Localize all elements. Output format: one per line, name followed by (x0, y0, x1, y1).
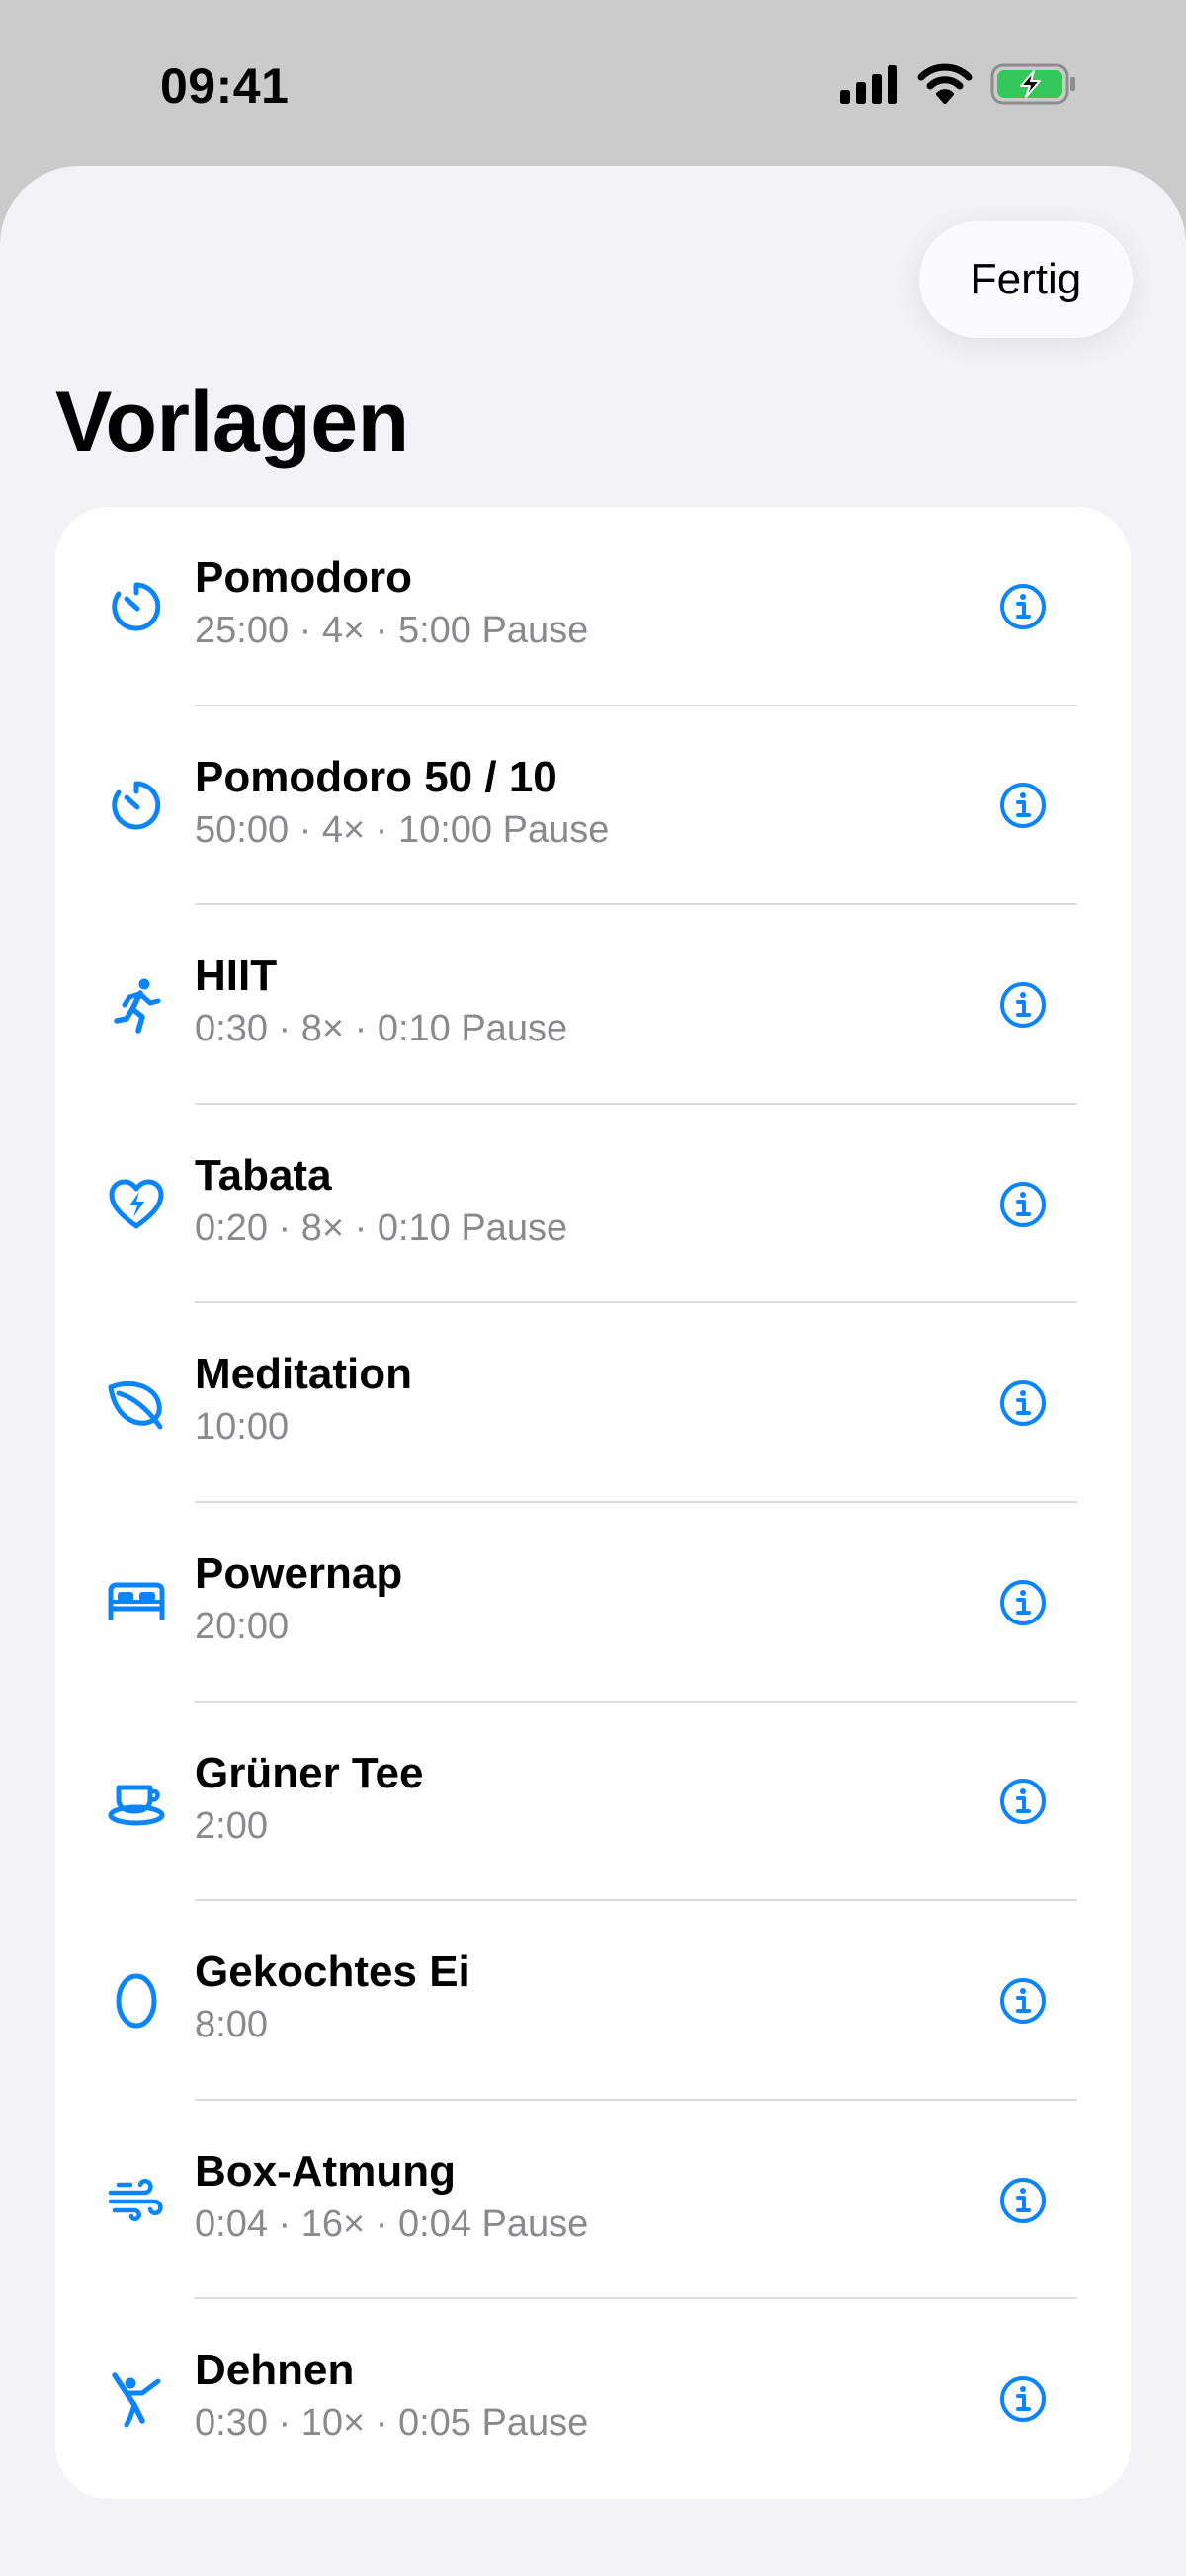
template-row-box-atmung[interactable]: Box-Atmung 0:04 · 16× · 0:04 Pause (55, 2101, 1131, 2300)
info-button[interactable] (998, 980, 1048, 1030)
bed-icon (105, 1571, 168, 1634)
template-subtitle: 0:20 · 8× · 0:10 Pause (195, 1206, 568, 1249)
heart-bolt-icon (105, 1173, 168, 1236)
wind-icon (105, 2169, 168, 2232)
battery-icon (990, 62, 1077, 111)
info-icon (1000, 783, 1046, 829)
templates-sheet: Fertig Vorlagen Pomodoro 25:00 · 4× · 5:… (0, 166, 1186, 2576)
template-title: Pomodoro 50 / 10 (195, 752, 557, 801)
info-button[interactable] (998, 781, 1048, 830)
template-row-pomodoro[interactable]: Pomodoro 25:00 · 4× · 5:00 Pause (55, 507, 1131, 706)
template-title: HIIT (195, 952, 278, 1001)
done-button[interactable]: Fertig (919, 221, 1133, 338)
stretching-figure-icon (105, 2368, 168, 2431)
template-subtitle: 0:30 · 10× · 0:05 Pause (195, 2402, 589, 2445)
info-icon (1000, 583, 1046, 629)
info-button[interactable] (998, 1777, 1048, 1826)
template-title: Box-Atmung (195, 2146, 456, 2196)
template-subtitle: 10:00 (195, 1406, 290, 1449)
template-subtitle: 50:00 · 4× · 10:00 Pause (195, 808, 610, 851)
templates-list: Pomodoro 25:00 · 4× · 5:00 Pause Pomodor… (55, 507, 1131, 2499)
cup-icon (105, 1770, 168, 1833)
info-icon (1000, 981, 1046, 1028)
info-button[interactable] (998, 1378, 1048, 1428)
template-row-dehnen[interactable]: Dehnen 0:30 · 10× · 0:05 Pause (55, 2299, 1131, 2499)
info-icon (1000, 2376, 1046, 2423)
status-time: 09:41 (160, 58, 290, 114)
template-title: Grüner Tee (195, 1748, 424, 1797)
info-icon (1000, 2177, 1046, 2223)
timer-icon (105, 774, 168, 837)
template-row-pomodoro-50-10[interactable]: Pomodoro 50 / 10 50:00 · 4× · 10:00 Paus… (55, 706, 1131, 906)
template-subtitle: 8:00 (195, 2004, 268, 2046)
oval-icon (105, 1969, 168, 2033)
page-title: Vorlagen (55, 374, 409, 469)
template-title: Tabata (195, 1150, 332, 1200)
info-button[interactable] (998, 2374, 1048, 2424)
status-icons (840, 61, 1077, 111)
info-icon (1000, 1779, 1046, 1825)
info-icon (1000, 1181, 1046, 1227)
info-button[interactable] (998, 1578, 1048, 1627)
template-subtitle: 20:00 (195, 1605, 290, 1647)
status-bar: 09:41 (0, 0, 1186, 166)
template-title: Gekochtes Ei (195, 1948, 470, 1997)
info-icon (1000, 1977, 1046, 2024)
info-button[interactable] (998, 1180, 1048, 1229)
template-title: Pomodoro (195, 553, 412, 602)
template-row-gruener-tee[interactable]: Grüner Tee 2:00 (55, 1703, 1131, 1902)
template-row-tabata[interactable]: Tabata 0:20 · 8× · 0:10 Pause (55, 1105, 1131, 1304)
running-figure-icon (105, 973, 168, 1037)
template-row-gekochtes-ei[interactable]: Gekochtes Ei 8:00 (55, 1901, 1131, 2101)
cellular-signal-icon (840, 64, 899, 109)
template-title: Powernap (195, 1548, 403, 1598)
template-row-meditation[interactable]: Meditation 10:00 (55, 1303, 1131, 1503)
info-button[interactable] (998, 2176, 1048, 2225)
timer-icon (105, 575, 168, 638)
leaf-icon (105, 1371, 168, 1435)
template-subtitle: 0:30 · 8× · 0:10 Pause (195, 1008, 568, 1050)
template-subtitle: 25:00 · 4× · 5:00 Pause (195, 610, 589, 651)
template-title: Meditation (195, 1350, 412, 1399)
template-subtitle: 2:00 (195, 1804, 268, 1847)
template-row-hiit[interactable]: HIIT 0:30 · 8× · 0:10 Pause (55, 905, 1131, 1105)
info-button[interactable] (998, 1976, 1048, 2026)
info-icon (1000, 1579, 1046, 1625)
template-title: Dehnen (195, 2346, 355, 2395)
template-row-powernap[interactable]: Powernap 20:00 (55, 1503, 1131, 1703)
info-button[interactable] (998, 582, 1048, 631)
wifi-icon (917, 63, 973, 110)
template-subtitle: 0:04 · 16× · 0:04 Pause (195, 2202, 589, 2245)
info-icon (1000, 1380, 1046, 1427)
